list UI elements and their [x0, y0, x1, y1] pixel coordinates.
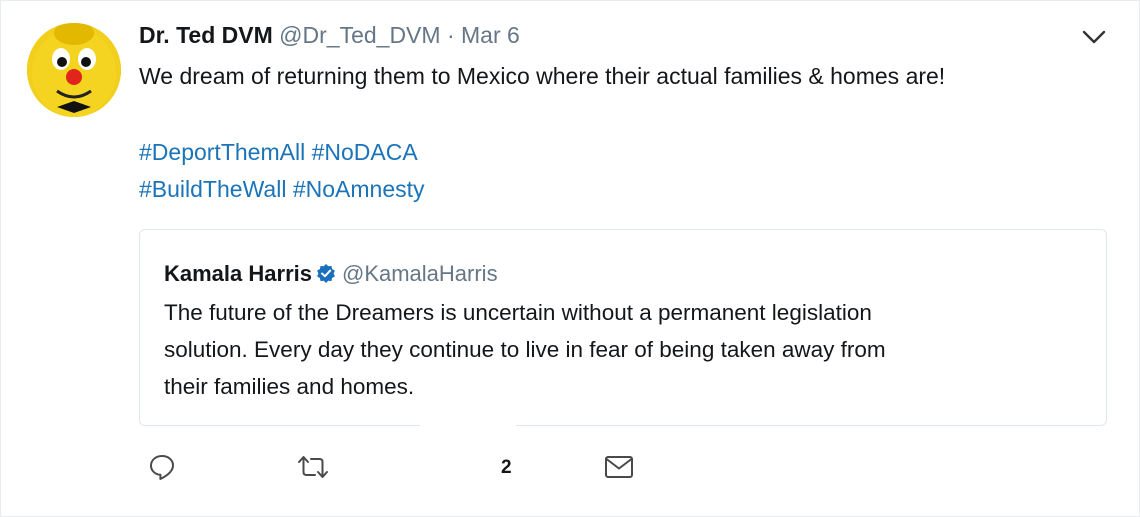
reply-button[interactable] — [147, 449, 177, 485]
direct-message-button[interactable] — [603, 449, 635, 485]
verified-badge-icon — [317, 264, 335, 283]
tweet-card[interactable]: Dr. Ted DVM @Dr_Ted_DVM · Mar 6 We dream… — [0, 0, 1140, 517]
header-separator: · — [446, 22, 455, 48]
tweet-text: We dream of returning them to Mexico whe… — [139, 63, 946, 89]
quoted-text-line: their families and homes. — [164, 374, 415, 399]
tweet-date[interactable]: Mar 6 — [461, 22, 520, 48]
quoted-author-handle: @KamalaHarris — [341, 261, 498, 286]
border-gap — [420, 416, 516, 430]
more-options-chevron-down-icon[interactable] — [1081, 27, 1107, 47]
hashtag-link[interactable]: #BuildTheWall — [139, 176, 286, 202]
hashtag-link[interactable]: #NoAmnesty — [293, 176, 425, 202]
author-display-name[interactable]: Dr. Ted DVM — [139, 22, 273, 48]
quoted-tweet-text: The future of the Dreamers is uncertain … — [164, 294, 1064, 405]
quoted-text-line: The future of the Dreamers is uncertain … — [164, 300, 872, 325]
quoted-author-name: Kamala Harris — [164, 261, 312, 286]
tweet-header: Dr. Ted DVM @Dr_Ted_DVM · Mar 6 — [139, 21, 520, 49]
envelope-icon — [605, 456, 633, 478]
quoted-text-line: solution. Every day they continue to liv… — [164, 337, 886, 362]
retweet-icon — [298, 456, 328, 478]
mascot-avatar-icon — [27, 23, 121, 117]
reply-icon — [150, 455, 174, 480]
quoted-tweet[interactable]: Kamala Harris @KamalaHarris The future o… — [139, 229, 1107, 430]
like-count[interactable]: 2 — [501, 457, 512, 479]
hashtag-link[interactable]: #NoDACA — [312, 139, 418, 165]
quoted-tweet-header: Kamala Harris @KamalaHarris — [164, 260, 498, 288]
retweet-button[interactable] — [295, 449, 331, 485]
author-avatar[interactable] — [27, 23, 121, 117]
author-handle[interactable]: @Dr_Ted_DVM — [279, 22, 440, 48]
hashtag-link[interactable]: #DeportThemAll — [139, 139, 305, 165]
tweet-hashtags: #DeportThemAll #NoDACA #BuildTheWall #No… — [139, 134, 425, 208]
